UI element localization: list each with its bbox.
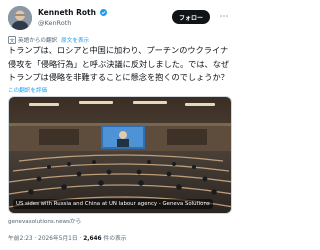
link-card[interactable]: US sides with Russia and China at UN lab… [8,96,232,214]
tweet-header: Kenneth Roth @KenRoth フォロー ⋯ [8,6,232,32]
author-handle[interactable]: @KenRoth [38,18,107,28]
svg-text:文: 文 [10,36,15,43]
more-icon[interactable]: ⋯ [216,9,232,25]
views-label: 件の表示 [103,236,127,242]
translation-note: 英語からの翻訳 [18,37,58,44]
conference-hall-image [9,97,231,213]
verified-badge-icon [99,9,107,16]
author-display-name[interactable]: Kenneth Roth [38,8,96,17]
link-card-caption: US sides with Russia and China at UN lab… [13,199,213,209]
rate-translation-link[interactable]: この翻訳を評価 [8,86,47,94]
tweet-text: トランプは、ロシアと中国に加わり、プーチンのウクライナ侵攻を「侵略行為」と呼ぶ決… [8,45,230,82]
tweet-timestamp[interactable]: 午前2:23 · 2026年5月1日 [8,236,78,242]
show-original-link[interactable]: 原文を表示 [61,36,89,44]
follow-button[interactable]: フォロー [172,10,210,24]
translate-icon: 文 [8,35,16,44]
tweet-meta: 午前2:23 · 2026年5月1日 · 2,646 件の表示 [8,236,127,242]
link-source[interactable]: genevasolutions.newsから [8,217,81,225]
views-count: 2,646 [83,236,102,242]
author-names: Kenneth Roth @KenRoth [38,7,107,28]
translation-notice: 文 英語からの翻訳 原文を表示 [8,35,89,44]
avatar[interactable] [8,6,32,30]
